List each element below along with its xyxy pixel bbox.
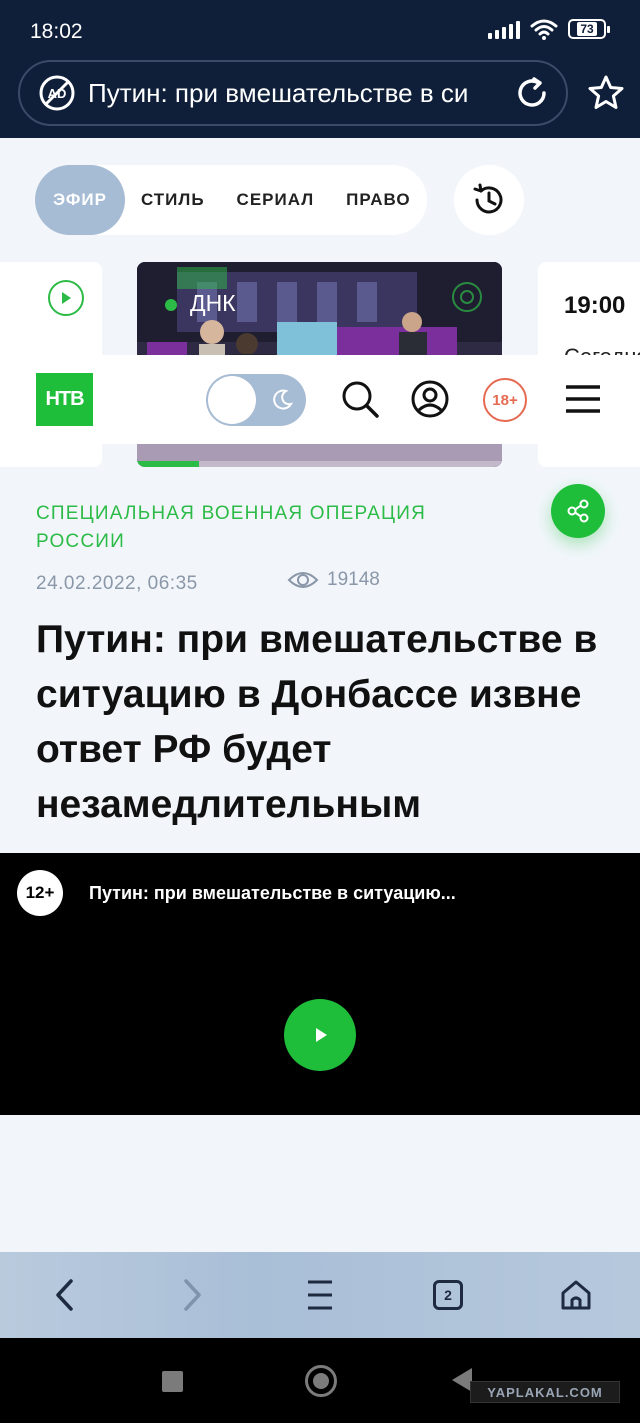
views-count: 19148 xyxy=(327,569,380,590)
ntv-logo[interactable]: НТВ xyxy=(36,373,93,426)
eye-icon xyxy=(287,572,319,588)
player-age-rating: 12+ xyxy=(17,870,63,916)
browser-menu-button[interactable] xyxy=(300,1275,340,1315)
system-back-button[interactable] xyxy=(452,1368,472,1392)
live-indicator-dot xyxy=(165,299,177,311)
chevron-right-icon xyxy=(184,1279,201,1311)
article-category[interactable]: СПЕЦИАЛЬНАЯ ВОЕННАЯ ОПЕРАЦИЯ РОССИИ xyxy=(36,500,506,556)
url-text[interactable]: Путин: при вмешательстве в си xyxy=(88,78,500,109)
article-views: 19148 xyxy=(287,569,380,591)
article-headline: Путин: при вмешательстве в ситуацию в До… xyxy=(36,618,598,826)
browser-top-bar: 18:02 73 AD Путин: при вмешательстве в с… xyxy=(0,0,640,138)
article-date: 24.02.2022, 06:35 xyxy=(36,573,198,594)
reload-icon[interactable] xyxy=(512,73,552,113)
dark-mode-toggle[interactable] xyxy=(206,374,306,426)
browser-bottom-bar: 2 xyxy=(0,1252,640,1338)
site-header: НТВ 18+ xyxy=(0,355,640,444)
battery-icon: 73 xyxy=(568,19,610,39)
live-progress-fill xyxy=(137,461,200,467)
tab-serial[interactable]: СЕРИАЛ xyxy=(221,190,331,210)
play-icon xyxy=(316,1028,327,1042)
player-title: Путин: при вмешательстве в ситуацию... xyxy=(89,883,456,903)
menu-icon[interactable] xyxy=(563,379,603,419)
menu-lines-icon xyxy=(308,1280,332,1310)
live-progress-bar xyxy=(137,461,502,467)
home-button[interactable] xyxy=(556,1275,596,1315)
tab-stil[interactable]: СТИЛЬ xyxy=(125,190,221,210)
signal-icon xyxy=(488,19,520,39)
play-button[interactable] xyxy=(284,999,356,1071)
tabs-button[interactable]: 2 xyxy=(428,1275,468,1315)
history-icon xyxy=(473,183,503,214)
recent-apps-button[interactable] xyxy=(162,1371,183,1392)
next-program-time: 19:00 xyxy=(564,292,626,319)
play-icon[interactable] xyxy=(48,280,84,316)
status-icons: 73 xyxy=(488,18,610,40)
tab-pravo[interactable]: ПРАВО xyxy=(330,190,426,210)
share-icon xyxy=(567,499,589,523)
search-icon[interactable] xyxy=(340,379,380,419)
watermark: YAPLAKAL.COM xyxy=(470,1381,620,1403)
video-player[interactable]: 12+ Путин: при вмешательстве в ситуацию.… xyxy=(0,853,640,1115)
live-program-title: ДНК xyxy=(190,290,236,316)
back-button[interactable] xyxy=(45,1275,85,1315)
section-tabs: ЭФИР СТИЛЬ СЕРИАЛ ПРАВО xyxy=(35,165,427,235)
url-bar[interactable]: AD Путин: при вмешательстве в си xyxy=(18,60,568,126)
wifi-icon xyxy=(530,19,558,40)
toggle-knob xyxy=(208,376,256,424)
forward-button[interactable] xyxy=(172,1275,212,1315)
battery-level: 73 xyxy=(577,22,597,36)
tab-efir[interactable]: ЭФИР xyxy=(35,165,125,235)
home-icon xyxy=(561,1280,591,1310)
history-button[interactable] xyxy=(454,165,524,235)
moon-icon xyxy=(273,389,294,410)
share-button[interactable] xyxy=(551,484,605,538)
chevron-left-icon xyxy=(56,1279,73,1311)
age-rating-badge: 18+ xyxy=(483,378,527,422)
adblock-icon[interactable]: AD xyxy=(38,74,76,112)
bookmark-star-icon[interactable] xyxy=(586,73,626,113)
tabs-count: 2 xyxy=(433,1280,463,1310)
status-time: 18:02 xyxy=(30,20,83,43)
system-home-button[interactable] xyxy=(305,1365,337,1397)
user-account-icon[interactable] xyxy=(410,379,450,419)
